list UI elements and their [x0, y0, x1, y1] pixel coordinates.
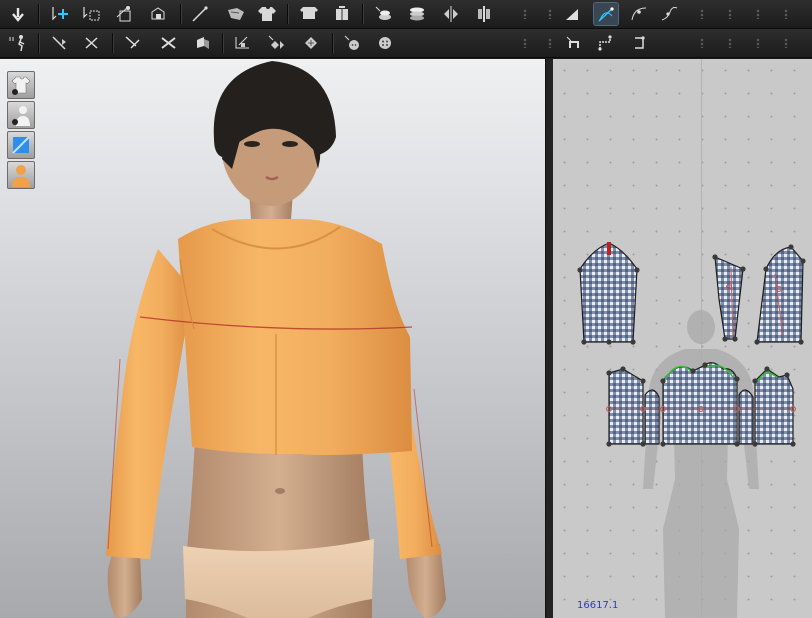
pattern-back[interactable]: [662, 362, 738, 445]
pattern-side-panel-left[interactable]: [644, 389, 660, 445]
shirt-icon[interactable]: [255, 3, 279, 25]
pin-icon[interactable]: [48, 32, 72, 54]
edit-curve-icon[interactable]: [593, 2, 619, 26]
fold-icon[interactable]: [224, 3, 248, 25]
stack-icon[interactable]: [405, 3, 429, 25]
mirror-icon[interactable]: [472, 3, 496, 25]
attach-icon[interactable]: [190, 32, 214, 54]
avatar-skin-icon[interactable]: [7, 161, 35, 189]
button-icon[interactable]: [340, 32, 364, 54]
select-box-icon[interactable]: [80, 3, 104, 25]
main-toolbar: [0, 0, 812, 29]
pattern-front-left[interactable]: [608, 368, 644, 445]
arrange-front-icon[interactable]: [297, 3, 321, 25]
pattern-canvas: [577, 242, 806, 618]
cut-icon[interactable]: [157, 32, 181, 54]
coordinate-readout: 16617.1: [577, 600, 619, 611]
pattern-sleeve-left[interactable]: [579, 242, 638, 343]
avatar-walk-icon[interactable]: [6, 32, 30, 54]
sew-edit-icon[interactable]: [628, 32, 652, 54]
pattern-sleeve-right[interactable]: [756, 246, 804, 343]
buttonhole-icon[interactable]: [373, 32, 397, 54]
curvature-icon[interactable]: [657, 3, 681, 25]
cropped-top-body[interactable]: [178, 219, 412, 455]
curve-point-icon[interactable]: [627, 3, 651, 25]
measure-icon[interactable]: [231, 32, 255, 54]
free-sew-icon[interactable]: [594, 32, 618, 54]
arrow-down-icon[interactable]: [6, 3, 30, 25]
layer-icon[interactable]: [371, 3, 395, 25]
garment-display-icon[interactable]: [7, 71, 35, 99]
flip-icon[interactable]: [439, 3, 463, 25]
trace-icon[interactable]: [561, 3, 585, 25]
pattern-texture-icon[interactable]: [299, 32, 323, 54]
avatar-display-icon[interactable]: [7, 101, 35, 129]
add-point-icon[interactable]: [48, 3, 72, 25]
avatar-silhouette: [643, 310, 759, 618]
3d-viewport[interactable]: [0, 59, 545, 618]
pin-remove-icon[interactable]: [80, 32, 104, 54]
sewing-needle-icon[interactable]: [188, 3, 212, 25]
secondary-toolbar: [0, 29, 812, 58]
arrange-back-icon[interactable]: [330, 3, 354, 25]
segment-sew-icon[interactable]: [562, 32, 586, 54]
pattern-front-right[interactable]: [754, 368, 794, 445]
2d-pattern-view[interactable]: 16617.1: [553, 59, 812, 618]
pattern-side-panel-right[interactable]: [738, 389, 754, 445]
left-sleeve[interactable]: [106, 249, 192, 559]
texture-display-icon[interactable]: [7, 131, 35, 159]
avatar-scene: [106, 61, 446, 618]
edit-pattern-icon[interactable]: [112, 3, 136, 25]
tack-icon[interactable]: [121, 32, 145, 54]
texture-icon[interactable]: [264, 32, 288, 54]
transform-pattern-icon[interactable]: [146, 3, 170, 25]
pattern-sleeve-mid[interactable]: [714, 256, 744, 340]
